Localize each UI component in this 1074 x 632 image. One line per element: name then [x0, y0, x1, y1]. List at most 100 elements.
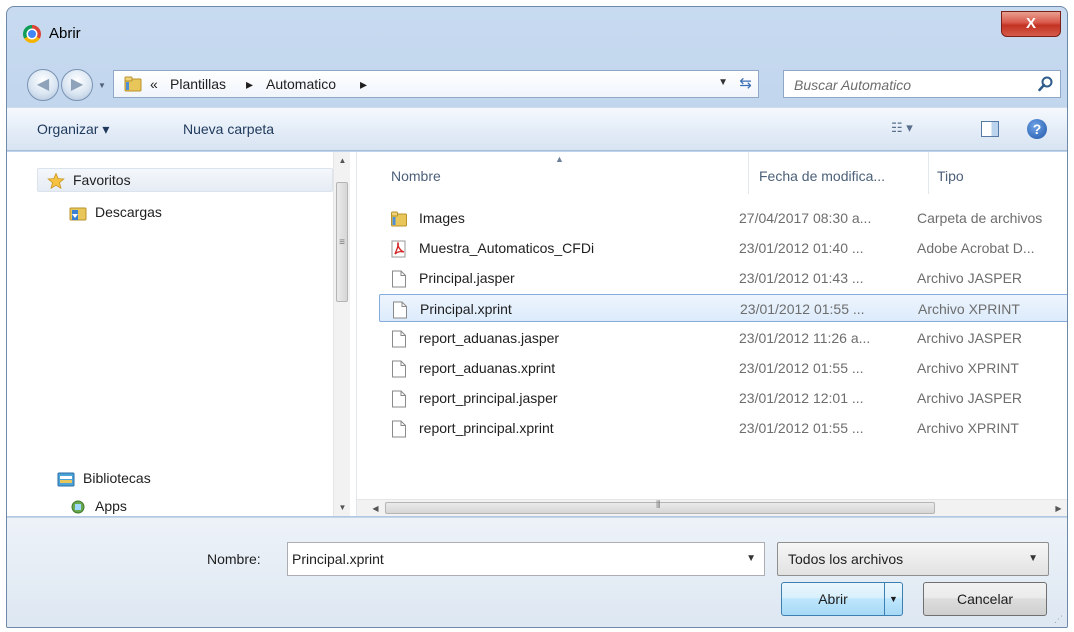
- forward-button[interactable]: ▶: [61, 69, 93, 101]
- file-row[interactable]: Principal.jasper 23/01/2012 01:43 ... Arch…: [379, 264, 1067, 292]
- file-type: Archivo JASPER: [917, 330, 1023, 346]
- file-icon: [392, 270, 406, 288]
- file-type: Adobe Acrobat D...: [917, 240, 1035, 256]
- address-bar[interactable]: « Plantillas ▸ Automatico ▸ ▼ ⇆: [113, 70, 759, 98]
- file-type: Archivo JASPER: [917, 390, 1023, 406]
- scroll-grip-icon: ≡: [339, 237, 345, 248]
- column-label: Fecha de modifica...: [759, 168, 886, 184]
- search-input[interactable]: [794, 75, 1024, 95]
- filename-label: Nombre:: [207, 551, 261, 567]
- navigation-bar: ◀ ▶ ▼ « Plantillas ▸ Automatico ▸ ▼ ⇆: [7, 63, 1067, 103]
- file-date: 23/01/2012 12:01 ...: [739, 390, 864, 406]
- help-icon[interactable]: ?: [1027, 119, 1047, 139]
- column-headers: ▲ Nombre Fecha de modifica... Tipo: [357, 152, 1067, 194]
- cancel-button[interactable]: Cancelar: [923, 582, 1047, 616]
- chevron-down-icon[interactable]: ▼: [718, 77, 728, 88]
- file-icon: [392, 390, 406, 408]
- file-name: report_aduanas.xprint: [419, 360, 556, 376]
- file-icon: [392, 360, 406, 378]
- file-name: Principal.jasper: [419, 270, 515, 286]
- chrome-icon: [23, 25, 41, 43]
- file-name: Images: [419, 210, 465, 226]
- column-header-date[interactable]: Fecha de modifica...: [749, 152, 929, 194]
- filetype-value: Todos los archivos: [788, 551, 904, 567]
- search-icon[interactable]: [1038, 76, 1054, 92]
- dialog-footer: Nombre: ▼ Todos los archivos ▼ Abrir ▼ C…: [7, 517, 1067, 627]
- breadcrumb-overflow[interactable]: «: [150, 76, 158, 92]
- breadcrumb-separator[interactable]: ▸: [360, 76, 367, 93]
- nav-item-label: Apps: [95, 498, 127, 514]
- nav-item-label: Bibliotecas: [83, 470, 151, 486]
- nav-item-label: Favoritos: [73, 172, 131, 188]
- recent-locations-dropdown[interactable]: ▼: [95, 79, 109, 93]
- file-type: Archivo XPRINT: [917, 360, 1019, 376]
- title-bar: Abrir X: [7, 7, 1067, 53]
- file-name: Principal.xprint: [420, 301, 512, 317]
- window-title: Abrir: [49, 25, 81, 42]
- libraries-icon: [57, 472, 75, 487]
- file-list-pane: ▲ Nombre Fecha de modifica... Tipo Image…: [357, 152, 1067, 516]
- file-row[interactable]: report_principal.jasper 23/01/2012 12:01 …: [379, 384, 1067, 412]
- file-date: 23/01/2012 01:55 ...: [739, 360, 864, 376]
- scroll-up-icon[interactable]: ▲: [334, 152, 351, 169]
- folder-icon: [391, 211, 407, 227]
- horizontal-scrollbar[interactable]: ◀ ⦀ ▶: [357, 499, 1067, 516]
- column-header-name[interactable]: ▲ Nombre: [357, 152, 749, 194]
- content-area: Favoritos Descargas Bibliotecas Apps ▲ ≡…: [7, 152, 1067, 516]
- file-row[interactable]: report_principal.xprint 23/01/2012 01:55 …: [379, 414, 1067, 442]
- filename-combobox[interactable]: ▼: [287, 542, 765, 576]
- scroll-left-icon[interactable]: ◀: [367, 500, 384, 517]
- organize-menu[interactable]: Organizar ▾: [37, 121, 109, 138]
- scroll-right-icon[interactable]: ▶: [1050, 500, 1067, 517]
- navigation-pane: Favoritos Descargas Bibliotecas Apps ▲ ≡…: [7, 152, 357, 516]
- open-button[interactable]: Abrir ▼: [781, 582, 903, 616]
- navigation-scrollbar[interactable]: ▲ ≡ ▼: [333, 152, 350, 516]
- file-date: 23/01/2012 01:43 ...: [739, 270, 864, 286]
- file-row[interactable]: Muestra_Automaticos_CFDi 23/01/2012 01:40…: [379, 234, 1067, 262]
- file-type: Archivo JASPER: [917, 270, 1023, 286]
- open-split-dropdown-icon[interactable]: ▼: [884, 583, 902, 615]
- column-header-type[interactable]: Tipo: [929, 152, 1067, 194]
- column-label: Nombre: [391, 168, 441, 184]
- scroll-grip-icon: ⦀: [656, 500, 661, 511]
- refresh-icon[interactable]: ⇆: [739, 74, 752, 92]
- downloads-folder-icon: [69, 207, 87, 221]
- file-type: Carpeta de archivos: [917, 210, 1043, 226]
- breadcrumb-automatico[interactable]: Automatico: [266, 76, 336, 92]
- sort-ascending-icon: ▲: [555, 154, 564, 164]
- pdf-icon: [391, 240, 406, 258]
- file-row[interactable]: report_aduanas.xprint 23/01/2012 01:55 ..…: [379, 354, 1067, 382]
- resize-grip-icon[interactable]: ⋰: [1054, 614, 1063, 625]
- file-row[interactable]: Images 27/04/2017 08:30 a... Carpeta de ar…: [379, 204, 1067, 232]
- filetype-select[interactable]: Todos los archivos ▼: [777, 542, 1049, 576]
- file-type: Archivo XPRINT: [918, 301, 1020, 317]
- breadcrumb-plantillas[interactable]: Plantillas: [170, 76, 226, 92]
- close-button[interactable]: X: [1001, 11, 1061, 37]
- search-box[interactable]: [783, 70, 1061, 98]
- file-type: Archivo XPRINT: [917, 420, 1019, 436]
- view-options-icon[interactable]: ☷ ▾: [891, 120, 931, 140]
- nav-item-label: Descargas: [95, 204, 162, 220]
- new-folder-button[interactable]: Nueva carpeta: [183, 121, 274, 137]
- file-date: 23/01/2012 01:55 ...: [740, 301, 865, 317]
- apps-icon: [71, 500, 85, 514]
- file-icon: [392, 420, 406, 438]
- star-icon: [47, 173, 65, 189]
- back-arrow-icon: ◀: [36, 76, 50, 93]
- command-toolbar: Organizar ▾ Nueva carpeta ☷ ▾ ?: [7, 107, 1067, 151]
- filename-field[interactable]: [292, 549, 732, 569]
- file-name: report_aduanas.jasper: [419, 330, 560, 346]
- scroll-down-icon[interactable]: ▼: [334, 499, 351, 516]
- file-row[interactable]: report_aduanas.jasper 23/01/2012 11:26 a.…: [379, 324, 1067, 352]
- open-file-dialog: Abrir X ◀ ▶ ▼ « Plantillas ▸ Automatico …: [6, 6, 1068, 628]
- preview-pane-icon[interactable]: [981, 121, 999, 137]
- back-button[interactable]: ◀: [27, 69, 59, 101]
- chevron-down-icon: ▼: [1028, 553, 1038, 564]
- file-date: 23/01/2012 01:55 ...: [739, 420, 864, 436]
- file-name: report_principal.xprint: [419, 420, 554, 436]
- breadcrumb-separator[interactable]: ▸: [246, 76, 253, 93]
- chevron-down-icon[interactable]: ▼: [746, 553, 756, 564]
- scrollbar-thumb[interactable]: ≡: [336, 182, 348, 302]
- file-row[interactable]: Principal.xprint 23/01/2012 01:55 ... Arch…: [379, 294, 1067, 322]
- scrollbar-thumb[interactable]: ⦀: [385, 500, 935, 514]
